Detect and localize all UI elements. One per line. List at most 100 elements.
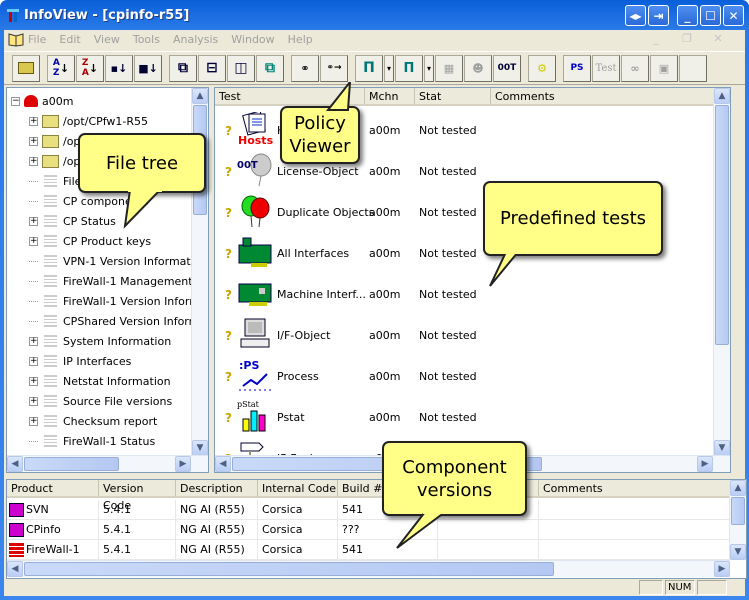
view-button[interactable]: ∞ — [621, 54, 649, 82]
scroll-down-icon[interactable]: ▼ — [714, 440, 730, 456]
tree-item[interactable]: + Source File versions — [29, 391, 172, 411]
scroll-thumb[interactable] — [715, 105, 729, 345]
expand-icon[interactable]: + — [29, 356, 38, 366]
col-mchn[interactable]: Mchn — [365, 88, 415, 104]
scroll-right-icon[interactable]: ▶ — [714, 561, 730, 577]
table-button[interactable]: ▦ — [435, 54, 463, 82]
tree-item[interactable]: + /opt/CPfw1-R55 — [29, 111, 148, 131]
components-vertical-scrollbar[interactable]: ▲ ▼ — [729, 480, 746, 560]
menu-edit[interactable]: Edit — [59, 33, 80, 46]
mdi-minimize-button[interactable]: _ — [648, 32, 664, 46]
restore-window-icon[interactable]: ⇥ — [648, 5, 669, 26]
tree-item[interactable]: CPShared Version Information — [29, 311, 208, 331]
save-button[interactable]: ▣ — [650, 54, 678, 82]
menu-file[interactable]: File — [28, 33, 46, 46]
policy-compare-dropdown[interactable]: ▾ — [424, 54, 434, 82]
scroll-down-icon[interactable]: ▼ — [192, 440, 208, 456]
scroll-down-icon[interactable]: ▼ — [730, 544, 746, 560]
expand-icon[interactable]: + — [29, 216, 38, 226]
tree-item[interactable]: + CP Status — [29, 211, 116, 231]
sort-asc-button[interactable]: A Z ↓ — [47, 54, 75, 82]
policy-viewer-button[interactable]: Π — [355, 54, 383, 82]
tree-item[interactable]: + IP Interfaces — [29, 351, 131, 371]
tree-item[interactable]: VPN-1 Version Information — [29, 251, 207, 271]
components-horizontal-scrollbar[interactable]: ◀ ▶ — [7, 560, 730, 577]
scroll-up-icon[interactable]: ▲ — [714, 88, 730, 104]
col-comments[interactable]: Comments — [491, 88, 715, 104]
test-button[interactable]: Test — [592, 54, 620, 82]
component-row[interactable]: SVN 5.4.1 NG AI (R55) Corsica 541 — [7, 500, 730, 520]
cascade-button[interactable]: ⧉ — [169, 54, 197, 82]
maximize-button[interactable]: ☐ — [700, 5, 721, 26]
tests-vertical-scrollbar[interactable]: ▲ ▼ — [713, 88, 730, 456]
col-description[interactable]: Description — [176, 480, 258, 496]
col-comments[interactable]: Comments — [539, 480, 730, 496]
scroll-left-icon[interactable]: ◀ — [7, 561, 23, 577]
sort-small-large-button[interactable]: ▪↓ — [105, 54, 133, 82]
settings-button[interactable]: ⚙ — [528, 54, 556, 82]
mdi-close-button[interactable]: ✕ — [710, 32, 726, 46]
test-row[interactable]: ? pStat Pstat a00m Not tested — [215, 395, 715, 436]
expand-icon[interactable]: + — [29, 396, 38, 406]
close-button[interactable]: ✕ — [723, 5, 744, 26]
menu-analysis[interactable]: Analysis — [173, 33, 218, 46]
col-stat[interactable]: Stat — [415, 88, 491, 104]
tree-item[interactable]: + CP Product keys — [29, 231, 151, 251]
component-row[interactable]: CPinfo 5.4.1 NG AI (R55) Corsica??? — [7, 520, 730, 540]
scroll-left-icon[interactable]: ◀ — [215, 456, 231, 472]
tree-item[interactable]: + Checksum report — [29, 411, 157, 431]
menu-window[interactable]: Window — [231, 33, 274, 46]
scroll-right-icon[interactable]: ▶ — [175, 456, 191, 472]
tree-item[interactable]: FireWall-1 Management (fwm) — [29, 271, 208, 291]
collapse-icon[interactable]: − — [11, 96, 20, 106]
find-button[interactable]: ⚭ — [291, 54, 319, 82]
col-product[interactable]: Product — [7, 480, 99, 496]
arrange-windows-button[interactable]: ⧉ — [256, 54, 284, 82]
open-folder-button[interactable] — [12, 54, 40, 82]
tile-horizontal-button[interactable]: ⊟ — [198, 54, 226, 82]
policy-viewer-dropdown[interactable]: ▾ — [384, 54, 394, 82]
process-button[interactable]: PS — [563, 54, 591, 82]
tree-item[interactable]: FireWall-1 Version Information — [29, 291, 208, 311]
blank-button[interactable] — [679, 54, 707, 82]
scroll-left-icon[interactable]: ◀ — [7, 456, 23, 472]
scroll-right-icon[interactable]: ▶ — [697, 456, 713, 472]
tree-horizontal-scrollbar[interactable]: ◀ ▶ — [7, 455, 208, 472]
tile-icon[interactable]: ◂▸ — [625, 5, 646, 26]
expand-icon[interactable]: + — [29, 116, 38, 126]
find-next-button[interactable]: ⚭→ — [320, 54, 348, 82]
scroll-thumb[interactable] — [24, 562, 554, 576]
expand-icon[interactable]: + — [29, 136, 38, 146]
user-button[interactable]: ☻ — [464, 54, 492, 82]
tree-item[interactable]: + System Information — [29, 331, 171, 351]
sort-large-small-button[interactable]: ■↓ — [134, 54, 162, 82]
test-row[interactable]: ?:PS Process a00m Not tested — [215, 354, 715, 395]
scroll-up-icon[interactable]: ▲ — [730, 480, 746, 496]
expand-icon[interactable]: + — [29, 156, 38, 166]
expand-icon[interactable]: + — [29, 236, 38, 246]
license-button[interactable]: 00T — [493, 54, 521, 82]
expand-icon[interactable]: + — [29, 336, 38, 346]
policy-compare-button[interactable]: Π — [395, 54, 423, 82]
sort-desc-button[interactable]: Z A ↓ — [76, 54, 104, 82]
menu-tools[interactable]: Tools — [133, 33, 160, 46]
col-internal-code[interactable]: Internal Code — [258, 480, 338, 496]
scroll-up-icon[interactable]: ▲ — [192, 88, 208, 104]
scroll-thumb[interactable] — [24, 457, 119, 471]
test-row[interactable]: ? Machine Interf... a00m Not tested — [215, 272, 715, 313]
col-version-code[interactable]: Version Code — [99, 480, 176, 512]
menu-help[interactable]: Help — [288, 33, 313, 46]
menu-view[interactable]: View — [94, 33, 120, 46]
tree-root[interactable]: − a00m — [11, 91, 73, 111]
svg-text:00T: 00T — [237, 160, 258, 171]
tree-item[interactable]: + Netstat Information — [29, 371, 171, 391]
tile-vertical-button[interactable]: ◫ — [227, 54, 255, 82]
tree-item[interactable]: FireWall-1 Status — [29, 431, 155, 451]
test-row[interactable]: ? I/F-Object a00m Not tested — [215, 313, 715, 354]
scroll-thumb[interactable] — [731, 497, 745, 525]
expand-icon[interactable]: + — [29, 376, 38, 386]
expand-icon[interactable]: + — [29, 416, 38, 426]
minimize-button[interactable]: _ — [677, 5, 698, 26]
mdi-restore-button[interactable]: ❐ — [679, 32, 695, 46]
component-row[interactable]: FireWall-1 5.4.1 NG AI (R55) Corsica 541 — [7, 540, 730, 560]
